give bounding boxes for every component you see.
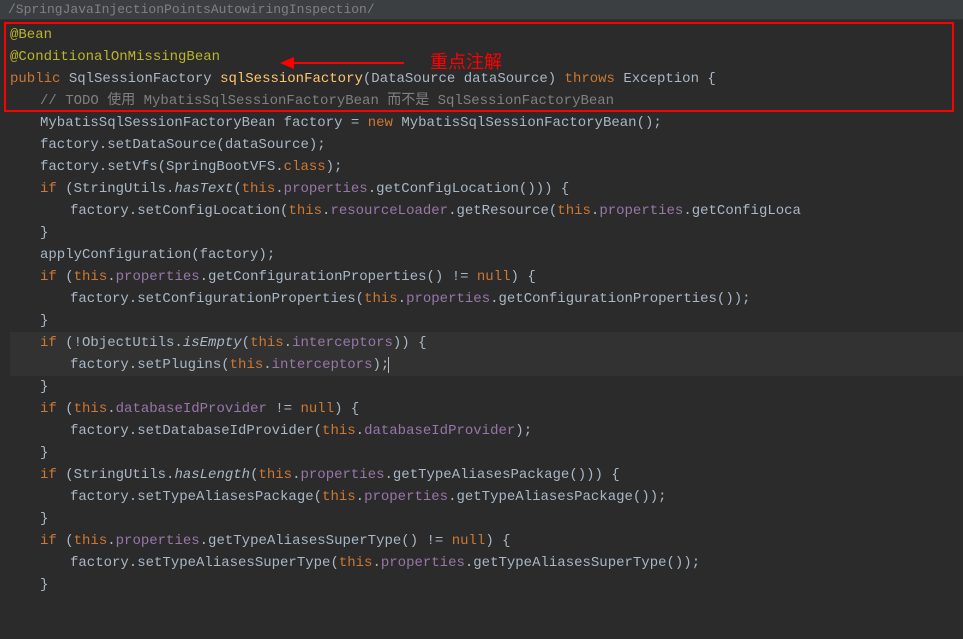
code-line: }	[10, 574, 963, 596]
code-line: if (StringUtils.hasLength(this.propertie…	[10, 464, 963, 486]
code-line: }	[10, 508, 963, 530]
code-line: factory.setDatabaseIdProvider(this.datab…	[10, 420, 963, 442]
callout-label: 重点注解	[430, 48, 502, 74]
code-line: @Bean	[10, 24, 963, 46]
code-line: MybatisSqlSessionFactoryBean factory = n…	[10, 112, 963, 134]
code-line: factory.setTypeAliasesPackage(this.prope…	[10, 486, 963, 508]
code-line: // TODO 使用 MybatisSqlSessionFactoryBean …	[10, 90, 963, 112]
code-line: factory.setTypeAliasesSuperType(this.pro…	[10, 552, 963, 574]
code-line: factory.setVfs(SpringBootVFS.class);	[10, 156, 963, 178]
code-line: }	[10, 310, 963, 332]
code-line: }	[10, 442, 963, 464]
code-editor[interactable]: 重点注解 @Bean @ConditionalOnMissingBean pub…	[0, 20, 963, 600]
code-line: factory.setDataSource(dataSource);	[10, 134, 963, 156]
code-line: applyConfiguration(factory);	[10, 244, 963, 266]
code-line: factory.setPlugins(this.interceptors);	[10, 354, 963, 376]
code-line: factory.setConfigLocation(this.resourceL…	[10, 200, 963, 222]
breadcrumb[interactable]: /SpringJavaInjectionPointsAutowiringInsp…	[0, 0, 963, 20]
code-line: if (!ObjectUtils.isEmpty(this.intercepto…	[10, 332, 963, 354]
code-line: if (this.properties.getTypeAliasesSuperT…	[10, 530, 963, 552]
code-line: factory.setConfigurationProperties(this.…	[10, 288, 963, 310]
code-line: if (this.databaseIdProvider != null) {	[10, 398, 963, 420]
arrow-icon	[280, 56, 404, 72]
code-line: }	[10, 222, 963, 244]
code-line: if (this.properties.getConfigurationProp…	[10, 266, 963, 288]
code-line: }	[10, 376, 963, 398]
code-line: if (StringUtils.hasText(this.properties.…	[10, 178, 963, 200]
